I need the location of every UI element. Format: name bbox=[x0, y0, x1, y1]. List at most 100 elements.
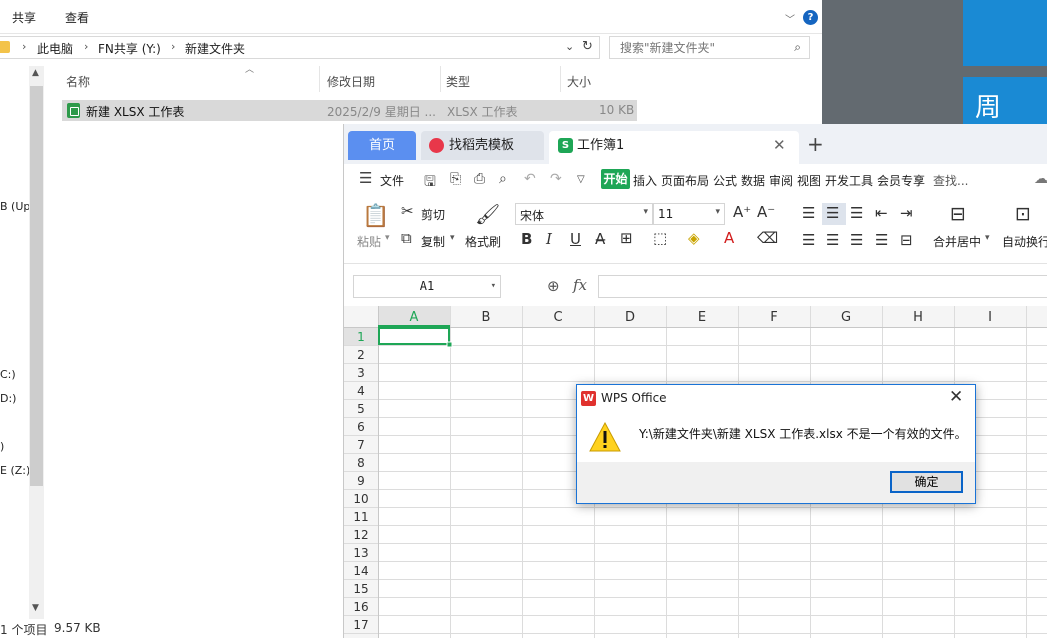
nav-item-drive-z[interactable]: E (Z:) bbox=[0, 464, 30, 477]
menu-review[interactable]: 审阅 bbox=[769, 172, 793, 189]
row-header-12[interactable]: 12 bbox=[353, 528, 368, 542]
column-header-f[interactable]: F bbox=[770, 310, 777, 325]
bold-icon[interactable]: B bbox=[521, 230, 532, 248]
align-middle-icon[interactable]: ☰ bbox=[826, 204, 839, 222]
column-header-i[interactable]: I bbox=[988, 310, 992, 325]
start-tile[interactable] bbox=[963, 0, 1047, 66]
row-header-10[interactable]: 10 bbox=[353, 492, 368, 506]
formula-input[interactable] bbox=[598, 275, 1047, 298]
fill-handle[interactable] bbox=[446, 341, 453, 348]
row-header-16[interactable]: 16 bbox=[353, 600, 368, 614]
print-icon[interactable]: ⎙ bbox=[474, 171, 485, 187]
row-header-4[interactable]: 4 bbox=[357, 384, 365, 398]
breadcrumb-this-pc[interactable]: 此电脑 bbox=[37, 40, 73, 57]
menu-developer[interactable]: 开发工具 bbox=[825, 172, 873, 189]
increase-indent-icon[interactable]: ⇥ bbox=[900, 204, 913, 222]
copy-button[interactable]: 复制 bbox=[421, 233, 445, 250]
chevron-down-icon[interactable]: ▾ bbox=[450, 233, 455, 243]
column-header-c[interactable]: C bbox=[553, 310, 562, 325]
chevron-down-icon[interactable]: ▾ bbox=[491, 276, 496, 297]
row-header-11[interactable]: 11 bbox=[353, 510, 368, 524]
address-bar[interactable]: › 此电脑 › FN共享 (Y:) › 新建文件夹 ⌄ ↻ bbox=[0, 36, 600, 59]
chevron-down-icon[interactable]: ⌄ bbox=[565, 40, 574, 53]
nav-scrollbar-thumb[interactable] bbox=[30, 86, 43, 486]
menu-page-layout[interactable]: 页面布局 bbox=[661, 172, 709, 189]
menu-file[interactable]: 文件 bbox=[380, 172, 404, 189]
column-header-e[interactable]: E bbox=[698, 310, 706, 325]
row-header-8[interactable]: 8 bbox=[357, 456, 365, 470]
wrap-text-button[interactable]: 自动换行 bbox=[1002, 233, 1047, 250]
fill-color-icon[interactable]: ◈ bbox=[688, 229, 700, 247]
eraser-icon[interactable]: ⌫ bbox=[757, 229, 778, 247]
column-name[interactable]: 名称 bbox=[66, 73, 90, 90]
copy-icon[interactable]: ⧉ bbox=[401, 229, 412, 247]
nav-item-drive[interactable]: B (Up bbox=[0, 200, 30, 213]
align-top-icon[interactable]: ☰ bbox=[802, 204, 815, 222]
menu-insert[interactable]: 插入 bbox=[633, 172, 657, 189]
column-type[interactable]: 类型 bbox=[446, 73, 470, 90]
add-tab-icon[interactable]: + bbox=[807, 132, 824, 156]
tab-view[interactable]: 查看 bbox=[65, 9, 89, 26]
paste-icon[interactable]: 📋 bbox=[362, 204, 389, 229]
italic-icon[interactable]: I bbox=[546, 230, 552, 248]
justify-icon[interactable]: ☰ bbox=[875, 231, 888, 249]
function-icon[interactable]: fx bbox=[573, 276, 587, 294]
breadcrumb-separator-icon[interactable]: › bbox=[84, 40, 88, 53]
zoom-icon[interactable]: ⊕ bbox=[547, 277, 560, 295]
align-center-icon[interactable]: ☰ bbox=[826, 231, 839, 249]
menu-view[interactable]: 视图 bbox=[797, 172, 821, 189]
chevron-down-icon[interactable]: ▽ bbox=[577, 174, 585, 185]
refresh-icon[interactable]: ↻ bbox=[582, 39, 593, 54]
fill-pattern-icon[interactable]: ⬚ bbox=[653, 229, 667, 247]
print-preview-icon[interactable]: ⌕ bbox=[499, 171, 507, 187]
column-modified[interactable]: 修改日期 bbox=[327, 73, 375, 90]
menu-start[interactable]: 开始 bbox=[601, 169, 630, 189]
nav-item-drive-d[interactable]: D:) bbox=[0, 392, 16, 405]
tab-template[interactable]: 找稻壳模板 bbox=[421, 131, 544, 160]
column-header-h[interactable]: H bbox=[913, 310, 923, 325]
tab-workbook[interactable]: S 工作簿1 ✕ bbox=[549, 131, 799, 164]
export-icon[interactable]: ⎘ bbox=[450, 171, 461, 187]
row-header-5[interactable]: 5 bbox=[357, 402, 365, 416]
row-header-15[interactable]: 15 bbox=[353, 582, 368, 596]
decrease-font-icon[interactable]: A⁻ bbox=[757, 203, 775, 221]
font-name-select[interactable]: 宋体 ▾ bbox=[515, 203, 653, 225]
row-header-1[interactable]: 1 bbox=[357, 330, 365, 344]
undo-icon[interactable]: ↶ bbox=[524, 171, 536, 187]
search-icon[interactable]: ⌕ bbox=[915, 170, 923, 186]
chevron-down-icon[interactable]: ﹀ bbox=[785, 11, 795, 26]
scroll-down-icon[interactable]: ▼ bbox=[32, 603, 39, 613]
decrease-indent-icon[interactable]: ⇤ bbox=[875, 204, 888, 222]
column-divider[interactable] bbox=[319, 66, 320, 92]
merge-center-button[interactable]: 合并居中 bbox=[933, 233, 981, 250]
font-color-icon[interactable]: A bbox=[724, 229, 734, 247]
column-divider[interactable] bbox=[440, 66, 441, 92]
chevron-down-icon[interactable]: ▾ bbox=[385, 233, 390, 243]
breadcrumb-separator-icon[interactable]: › bbox=[22, 40, 26, 53]
merge-center-icon[interactable]: ⊟ bbox=[950, 203, 966, 225]
redo-icon[interactable]: ↷ bbox=[550, 171, 562, 187]
row-header-13[interactable]: 13 bbox=[353, 546, 368, 560]
row-header-14[interactable]: 14 bbox=[353, 564, 368, 578]
save-icon[interactable]: 🖫 bbox=[424, 171, 436, 195]
menu-search[interactable]: 查找... bbox=[933, 172, 968, 189]
align-bottom-icon[interactable]: ☰ bbox=[850, 204, 863, 222]
column-header-a[interactable]: A bbox=[410, 310, 419, 325]
search-input[interactable] bbox=[618, 38, 788, 58]
name-box[interactable]: A1 ▾ bbox=[353, 275, 501, 298]
cut-icon[interactable]: ✂ bbox=[401, 202, 414, 220]
search-box[interactable]: ⌕ bbox=[609, 36, 810, 59]
tab-home[interactable]: 首页 bbox=[348, 131, 416, 160]
nav-item-drive-y[interactable]: ) bbox=[0, 440, 4, 453]
format-painter-button[interactable]: 格式刷 bbox=[465, 233, 501, 250]
cut-button[interactable]: 剪切 bbox=[421, 206, 445, 223]
paste-button[interactable]: 粘贴 bbox=[357, 233, 381, 250]
row-header-9[interactable]: 9 bbox=[357, 474, 365, 488]
column-header-d[interactable]: D bbox=[625, 310, 635, 325]
breadcrumb-folder[interactable]: 新建文件夹 bbox=[185, 40, 245, 57]
selected-cell-a1[interactable] bbox=[378, 327, 450, 345]
hamburger-menu-icon[interactable]: ☰ bbox=[359, 169, 372, 187]
row-header-2[interactable]: 2 bbox=[357, 348, 365, 362]
strikethrough-icon[interactable]: A̶ bbox=[595, 230, 605, 248]
column-header-g[interactable]: G bbox=[841, 310, 851, 325]
